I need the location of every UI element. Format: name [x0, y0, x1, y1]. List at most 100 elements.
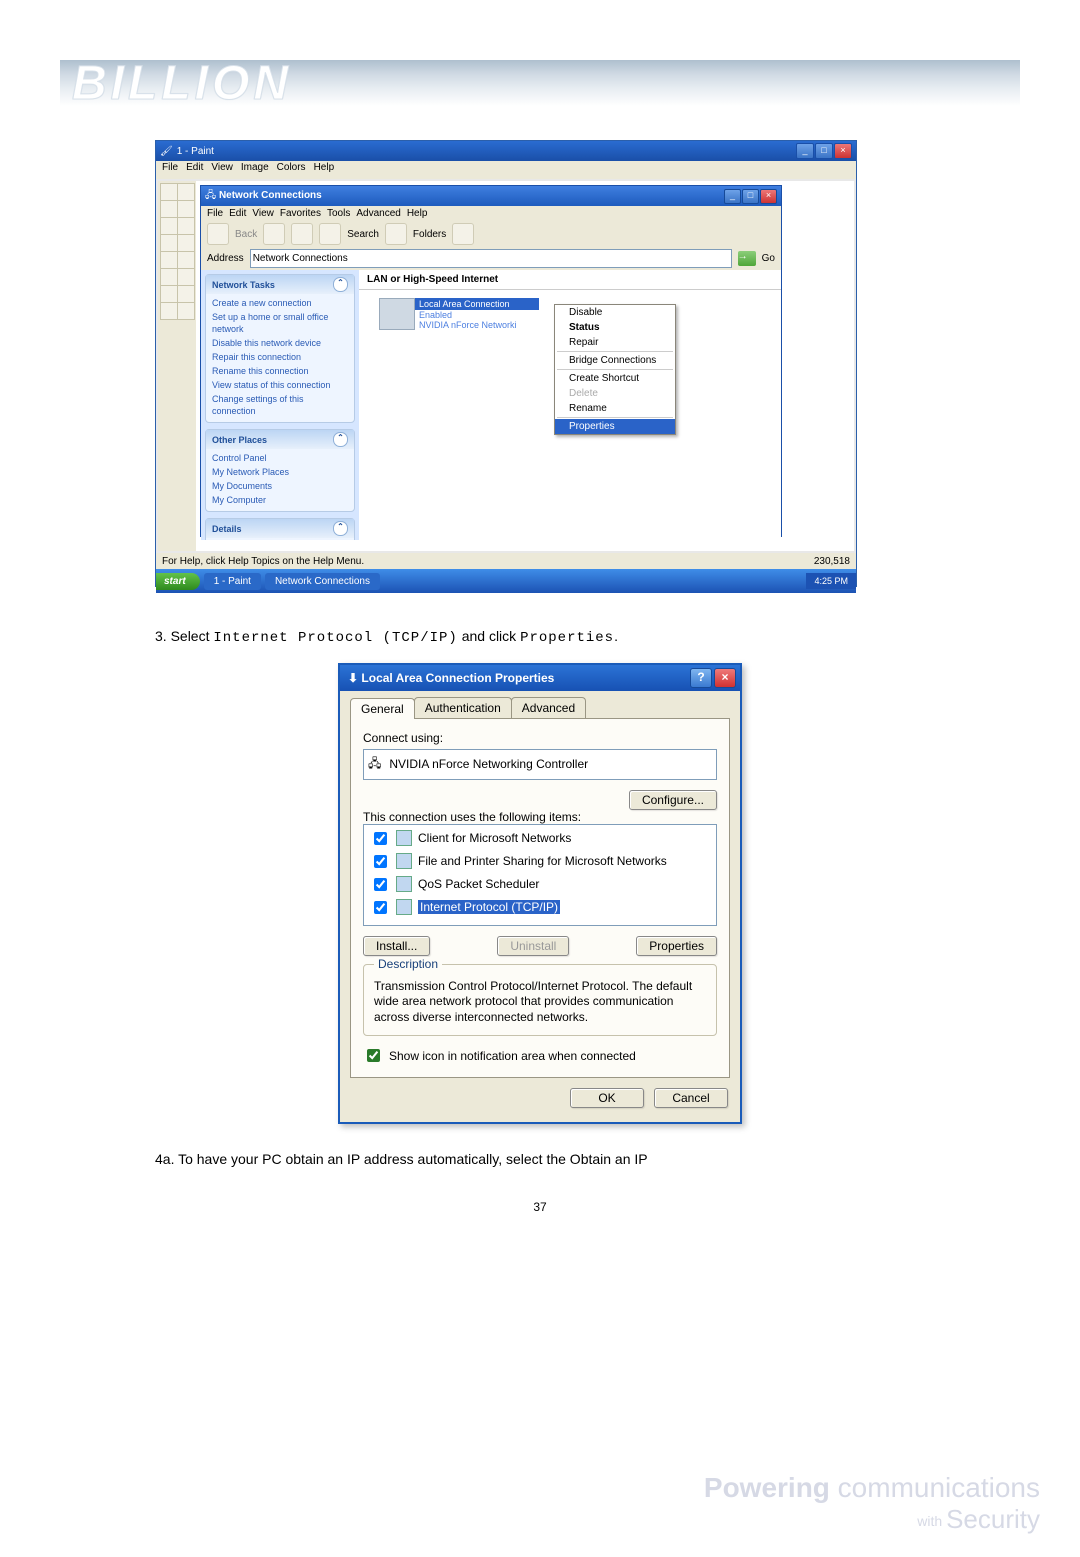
link-my-network-places[interactable]: My Network Places: [210, 465, 350, 479]
item-qos[interactable]: QoS Packet Scheduler: [366, 873, 714, 896]
nc-menu-help[interactable]: Help: [407, 208, 428, 219]
taskbar-item-nc[interactable]: Network Connections: [265, 573, 380, 590]
collapse-icon[interactable]: ⌃: [333, 432, 348, 447]
system-tray[interactable]: 4:25 PM: [806, 573, 856, 589]
ctx-repair[interactable]: Repair: [555, 335, 675, 350]
paint-menubar[interactable]: File Edit View Image Colors Help: [156, 161, 856, 179]
task-change-settings[interactable]: Change settings of this connection: [210, 392, 350, 418]
screenshot-1: 🖌 1 - Paint _ □ × File Edit View Image C…: [155, 140, 857, 587]
nc-content: LAN or High-Speed Internet Local Area Co…: [359, 270, 781, 540]
nc-titlebar: 🖧 Network Connections _ □ ×: [201, 186, 781, 206]
item-tcpip-check[interactable]: [374, 901, 387, 914]
adapter-box: 🖧 NVIDIA nForce Networking Controller: [363, 749, 717, 780]
show-icon-row[interactable]: Show icon in notification area when conn…: [363, 1046, 717, 1065]
details-panel: Details⌃ Local Area Connection LAN or Hi…: [205, 518, 355, 540]
task-rename[interactable]: Rename this connection: [210, 364, 350, 378]
nc-min-button[interactable]: _: [724, 189, 741, 204]
item-client-check[interactable]: [374, 832, 387, 845]
network-tasks-title: Network Tasks: [212, 280, 275, 290]
description-group: Description Transmission Control Protoco…: [363, 964, 717, 1037]
link-my-computer[interactable]: My Computer: [210, 493, 350, 507]
search-button[interactable]: [319, 223, 341, 245]
item-client[interactable]: Client for Microsoft Networks: [366, 827, 714, 850]
nc-max-button[interactable]: □: [742, 189, 759, 204]
fps-icon: [396, 853, 412, 869]
paint-menu-image[interactable]: Image: [241, 162, 269, 178]
nc-menu-edit[interactable]: Edit: [229, 208, 246, 219]
up-button[interactable]: [291, 223, 313, 245]
ctx-rename[interactable]: Rename: [555, 401, 675, 416]
details-title: Details: [212, 524, 242, 534]
item-tcpip[interactable]: Internet Protocol (TCP/IP): [366, 896, 714, 919]
paint-menu-view[interactable]: View: [211, 162, 233, 178]
ok-button[interactable]: OK: [570, 1088, 644, 1108]
items-listbox[interactable]: Client for Microsoft Networks File and P…: [363, 824, 717, 926]
description-legend: Description: [374, 957, 442, 971]
instruction-step3: 3. Select Internet Protocol (TCP/IP) and…: [155, 627, 935, 649]
ctx-shortcut[interactable]: Create Shortcut: [555, 371, 675, 386]
paint-menu-colors[interactable]: Colors: [277, 162, 306, 178]
ctx-properties[interactable]: Properties: [555, 419, 675, 434]
install-button[interactable]: Install...: [363, 936, 430, 956]
paint-close-button[interactable]: ×: [834, 143, 852, 159]
item-file-printer[interactable]: File and Printer Sharing for Microsoft N…: [366, 850, 714, 873]
address-input[interactable]: [250, 249, 732, 268]
taskbar-item-paint[interactable]: 1 - Paint: [204, 573, 261, 590]
lacp-dialog: ⬇ Local Area Connection Properties ? × G…: [338, 663, 742, 1125]
uninstall-button: Uninstall: [497, 936, 569, 956]
ctx-bridge[interactable]: Bridge Connections: [555, 353, 675, 368]
nc-close-button[interactable]: ×: [760, 189, 777, 204]
properties-button[interactable]: Properties: [636, 936, 717, 956]
nc-icon: 🖧: [205, 190, 216, 201]
ctx-status[interactable]: Status: [555, 320, 675, 335]
paint-menu-edit[interactable]: Edit: [186, 162, 203, 178]
link-my-documents[interactable]: My Documents: [210, 479, 350, 493]
forward-button[interactable]: [263, 223, 285, 245]
item-fps-check[interactable]: [374, 855, 387, 868]
show-icon-checkbox[interactable]: [367, 1049, 380, 1062]
link-control-panel[interactable]: Control Panel: [210, 451, 350, 465]
lan-connection-item[interactable]: Local Area Connection Enabled NVIDIA nFo…: [379, 298, 539, 330]
collapse-icon[interactable]: ⌃: [333, 277, 348, 292]
tab-general[interactable]: General: [350, 698, 415, 719]
nc-menu-favorites[interactable]: Favorites: [280, 208, 321, 219]
adapter-name: NVIDIA nForce Networking Controller: [389, 757, 588, 771]
nc-sidebar: Network Tasks ⌃ Create a new connection S…: [201, 270, 359, 540]
configure-button[interactable]: Configure...: [629, 790, 717, 810]
uses-label: This connection uses the following items…: [363, 810, 717, 824]
nc-menu-file[interactable]: File: [207, 208, 223, 219]
paint-menu-file[interactable]: File: [162, 162, 178, 178]
paint-min-button[interactable]: _: [796, 143, 814, 159]
tab-authentication[interactable]: Authentication: [414, 697, 512, 718]
task-repair[interactable]: Repair this connection: [210, 350, 350, 364]
status-help: For Help, click Help Topics on the Help …: [162, 556, 364, 567]
item-qos-check[interactable]: [374, 878, 387, 891]
nc-menubar[interactable]: File Edit View Favorites Tools Advanced …: [201, 206, 781, 221]
task-disable-device[interactable]: Disable this network device: [210, 336, 350, 350]
views-button[interactable]: [452, 223, 474, 245]
collapse-icon[interactable]: ⌃: [333, 521, 348, 536]
paint-menu-help[interactable]: Help: [314, 162, 335, 178]
taskbar: start 1 - Paint Network Connections 4:25…: [156, 569, 856, 593]
nc-menu-advanced[interactable]: Advanced: [356, 208, 400, 219]
paint-statusbar: For Help, click Help Topics on the Help …: [156, 553, 856, 569]
task-view-status[interactable]: View status of this connection: [210, 378, 350, 392]
search-label: Search: [347, 229, 379, 240]
back-button[interactable]: [207, 223, 229, 245]
ctx-disable[interactable]: Disable: [555, 305, 675, 320]
nc-menu-view[interactable]: View: [252, 208, 274, 219]
other-places-title: Other Places: [212, 435, 267, 445]
start-button[interactable]: start: [156, 573, 200, 590]
help-button[interactable]: ?: [690, 668, 712, 688]
tab-advanced[interactable]: Advanced: [511, 697, 586, 718]
cancel-button[interactable]: Cancel: [654, 1088, 728, 1108]
close-button[interactable]: ×: [714, 668, 736, 688]
paint-toolbox[interactable]: [158, 181, 196, 551]
folders-button[interactable]: [385, 223, 407, 245]
task-create-connection[interactable]: Create a new connection: [210, 296, 350, 310]
nc-menu-tools[interactable]: Tools: [327, 208, 350, 219]
paint-max-button[interactable]: □: [815, 143, 833, 159]
group-lan: LAN or High-Speed Internet: [359, 270, 781, 290]
go-button[interactable]: →: [738, 251, 756, 266]
task-setup-network[interactable]: Set up a home or small office network: [210, 310, 350, 336]
